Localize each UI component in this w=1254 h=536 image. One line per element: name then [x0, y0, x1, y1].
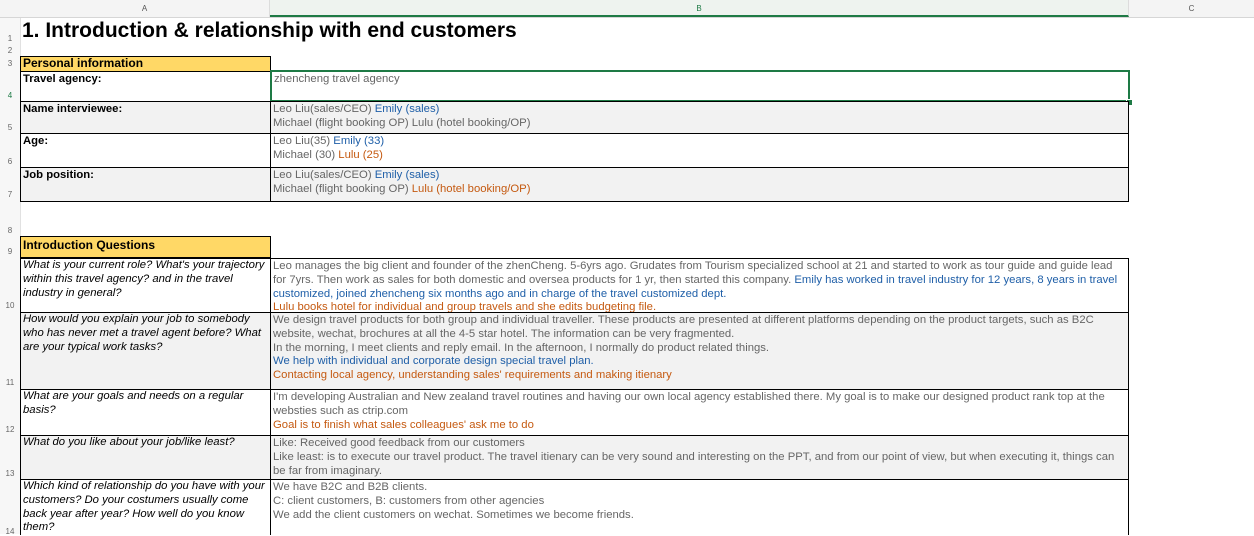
question-explain-job[interactable]: How would you explain your job to somebo…	[20, 312, 271, 390]
text-run: C: client customers, B: customers from o…	[273, 494, 545, 507]
text-run: In the morning, I meet clients and reply…	[273, 341, 770, 354]
text-run: I'm developing Australian and New zealan…	[273, 391, 1105, 417]
row-header[interactable]: 14	[0, 527, 20, 536]
text-line: We help with individual and corporate de…	[273, 355, 1126, 369]
row-header[interactable]: 8	[0, 226, 20, 235]
label-travel-agency[interactable]: Travel agency:	[20, 71, 271, 102]
text-run: We help with individual and corporate de…	[273, 355, 594, 368]
text-line: Michael (30) Lulu (25)	[273, 149, 1126, 163]
text-run: Lulu (hotel booking/OP)	[411, 182, 531, 195]
select-all-corner[interactable]	[0, 0, 20, 17]
text-line: In the morning, I meet clients and reply…	[273, 342, 1126, 356]
text-line: I'm developing Australian and New zealan…	[273, 391, 1126, 419]
label-job-position[interactable]: Job position:	[20, 167, 271, 202]
text-run: Emily (33)	[333, 135, 385, 147]
value-age[interactable]: Leo Liu(35) Emily (33) Michael (30) Lulu …	[270, 133, 1129, 168]
question-customer-relationship[interactable]: Which kind of relationship do you have w…	[20, 479, 271, 535]
text-run: Michael (flight booking OP) Lulu (hotel …	[273, 116, 531, 129]
column-header-bar: A B C	[0, 0, 1254, 18]
answer-explain-job[interactable]: We design travel products for both group…	[270, 312, 1129, 390]
text-line: Like: Received good feedback from our cu…	[273, 437, 1126, 451]
question-current-role[interactable]: What is your current role? What's your t…	[20, 258, 271, 313]
text-line: zhencheng travel agency	[274, 73, 1126, 87]
text-line: Leo Liu(sales/CEO) Emily (sales)	[273, 169, 1126, 183]
text-line: We add the client customers on wechat. S…	[273, 509, 1126, 523]
answer-current-role[interactable]: Leo manages the big client and founder o…	[270, 258, 1129, 313]
text-run: Contacting local agency, understanding s…	[273, 369, 672, 382]
row-header[interactable]: 9	[0, 247, 20, 256]
text-run: Leo Liu(35)	[273, 135, 334, 147]
text-line: Leo Liu(sales/CEO) Emily (sales)	[273, 103, 1126, 117]
row-header[interactable]: 1	[0, 34, 20, 43]
row-header[interactable]: 7	[0, 190, 20, 199]
row-header[interactable]: 4	[0, 91, 20, 100]
label-name-interviewee[interactable]: Name interviewee:	[20, 101, 271, 134]
intro-questions-header[interactable]: Introduction Questions	[20, 236, 271, 258]
text-line: Leo Liu(35) Emily (33)	[273, 135, 1126, 149]
question-like-least[interactable]: What do you like about your job/like lea…	[20, 435, 271, 480]
value-travel-agency[interactable]: zhencheng travel agency	[270, 70, 1130, 102]
text-line: Michael (flight booking OP) Lulu (hotel …	[273, 117, 1126, 131]
text-run: Like: Received good feedback from our cu…	[273, 437, 525, 449]
row-header-bar: 1 2 3 4 5 6 7 8 9 10 11 12 13 14	[0, 18, 21, 536]
text-line: Leo manages the big client and founder o…	[273, 260, 1126, 301]
row-header[interactable]: 6	[0, 157, 20, 166]
label-age[interactable]: Age:	[20, 133, 271, 168]
sheet-title[interactable]: 1. Introduction & relationship with end …	[22, 19, 517, 45]
value-name-interviewee[interactable]: Leo Liu(sales/CEO) Emily (sales) Michael …	[270, 101, 1129, 134]
text-line: Michael (flight booking OP) Lulu (hotel …	[273, 183, 1126, 197]
text-run: Emily (sales)	[374, 169, 440, 181]
personal-info-header[interactable]: Personal information	[20, 56, 271, 72]
text-run: Like least: is to execute our travel pro…	[273, 450, 1115, 477]
text-run: zhencheng travel agency	[274, 73, 400, 85]
text-run: Lulu (25)	[338, 148, 383, 161]
row-header[interactable]: 5	[0, 123, 20, 132]
row-header[interactable]: 10	[0, 301, 20, 310]
value-job-position[interactable]: Leo Liu(sales/CEO) Emily (sales) Michael …	[270, 167, 1129, 202]
text-run: Michael (flight booking OP)	[273, 182, 412, 195]
row-header[interactable]: 3	[0, 59, 20, 68]
text-run: We add the client customers on wechat. S…	[273, 508, 634, 521]
text-line: We design travel products for both group…	[273, 314, 1126, 342]
text-line: Like least: is to execute our travel pro…	[273, 451, 1126, 479]
text-run: We have B2C and B2B clients.	[273, 481, 428, 493]
text-line: Contacting local agency, understanding s…	[273, 369, 1126, 383]
text-run: We design travel products for both group…	[273, 314, 1094, 340]
answer-like-least[interactable]: Like: Received good feedback from our cu…	[270, 435, 1129, 480]
text-run: Leo Liu(sales/CEO)	[273, 103, 375, 115]
column-header-b[interactable]: B	[270, 0, 1129, 17]
column-header-c[interactable]: C	[1129, 0, 1254, 17]
row-header[interactable]: 13	[0, 469, 20, 478]
answer-goals-needs[interactable]: I'm developing Australian and New zealan…	[270, 389, 1129, 436]
text-line: We have B2C and B2B clients.	[273, 481, 1126, 495]
text-line: C: client customers, B: customers from o…	[273, 495, 1126, 509]
text-run: Leo Liu(sales/CEO)	[273, 169, 375, 181]
text-run: Michael (30)	[273, 148, 339, 161]
row-header[interactable]: 12	[0, 425, 20, 434]
column-header-a[interactable]: A	[20, 0, 270, 17]
text-run: Emily (sales)	[374, 103, 440, 115]
answer-customer-relationship[interactable]: We have B2C and B2B clients. C: client cu…	[270, 479, 1129, 535]
row-header[interactable]: 11	[0, 378, 20, 387]
row-header[interactable]: 2	[0, 46, 20, 55]
text-run: Goal is to finish what sales colleagues'…	[273, 418, 534, 431]
text-line: Goal is to finish what sales colleagues'…	[273, 419, 1126, 433]
question-goals-needs[interactable]: What are your goals and needs on a regul…	[20, 389, 271, 436]
